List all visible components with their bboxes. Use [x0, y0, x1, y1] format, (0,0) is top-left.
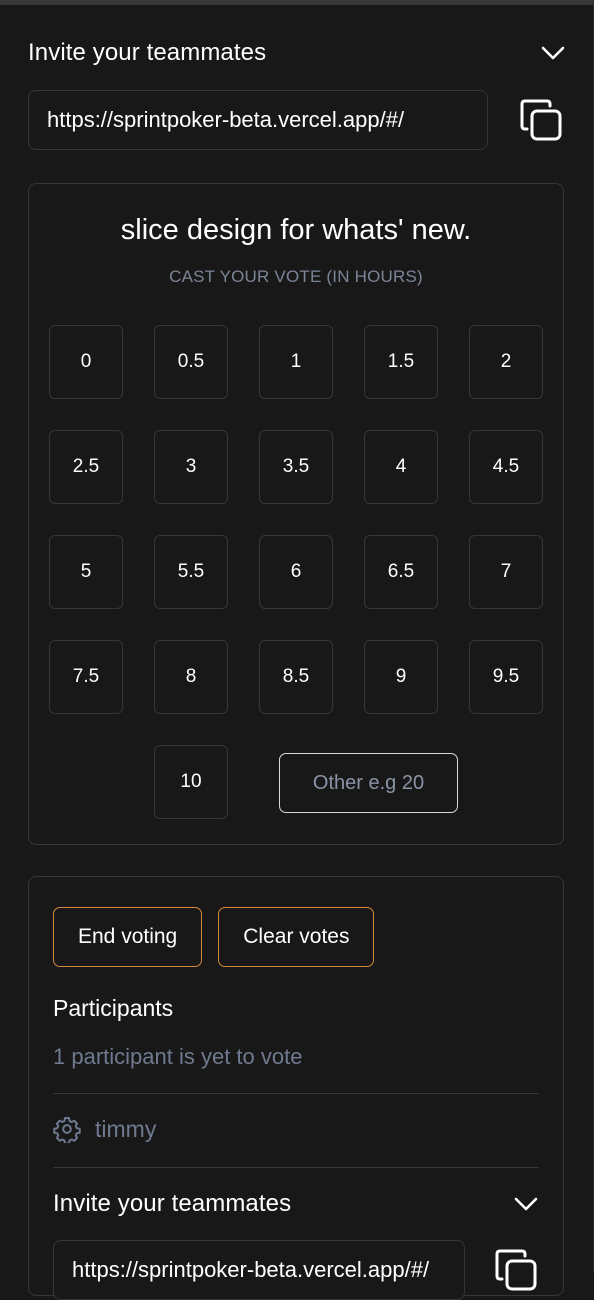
- vote-option-0[interactable]: 0: [49, 325, 123, 399]
- session-controls-card: End voting Clear votes Participants 1 pa…: [28, 876, 564, 1300]
- other-vote-input[interactable]: Other e.g 20: [279, 753, 458, 813]
- vote-option-0.5[interactable]: 0.5: [154, 325, 228, 399]
- invite-url-row: https://sprintpoker-beta.vercel.app/#/: [28, 90, 564, 150]
- vote-option-5.5[interactable]: 5.5: [154, 535, 228, 609]
- invite-url-field[interactable]: https://sprintpoker-beta.vercel.app/#/: [53, 1240, 465, 1300]
- vote-option-5[interactable]: 5: [49, 535, 123, 609]
- vote-option-10[interactable]: 10: [154, 745, 228, 819]
- vote-option-2.5[interactable]: 2.5: [49, 430, 123, 504]
- invite-url-text: https://sprintpoker-beta.vercel.app/#/: [47, 107, 405, 132]
- vote-option-7[interactable]: 7: [469, 535, 543, 609]
- invite-url-text: https://sprintpoker-beta.vercel.app/#/: [72, 1257, 430, 1282]
- invite-url-field[interactable]: https://sprintpoker-beta.vercel.app/#/: [28, 90, 488, 150]
- vote-option-6.5[interactable]: 6.5: [364, 535, 438, 609]
- copy-icon[interactable]: [493, 1247, 539, 1293]
- vote-option-7.5[interactable]: 7.5: [49, 640, 123, 714]
- vote-subtitle: CAST YOUR VOTE (IN HOURS): [169, 267, 423, 286]
- vote-option-1.5[interactable]: 1.5: [364, 325, 438, 399]
- window-top-edge: [0, 0, 594, 5]
- vote-option-2[interactable]: 2: [469, 325, 543, 399]
- invite-url-row-bottom: https://sprintpoker-beta.vercel.app/#/: [53, 1240, 539, 1300]
- voting-card: slice design for whats' new. CAST YOUR V…: [28, 183, 564, 845]
- end-voting-button[interactable]: End voting: [53, 907, 203, 967]
- vote-option-3[interactable]: 3: [154, 430, 228, 504]
- yet-to-vote-status: 1 participant is yet to vote: [53, 1044, 303, 1069]
- vote-option-8[interactable]: 8: [154, 640, 228, 714]
- vote-option-9[interactable]: 9: [364, 640, 438, 714]
- vote-option-4[interactable]: 4: [364, 430, 438, 504]
- voting-actions: End voting Clear votes: [53, 907, 375, 967]
- invite-header-bottom[interactable]: Invite your teammates: [53, 1187, 539, 1221]
- vote-option-4.5[interactable]: 4.5: [469, 430, 543, 504]
- participant-name: timmy: [95, 1115, 157, 1142]
- story-title: slice design for whats' new.: [120, 214, 472, 246]
- vote-option-9.5[interactable]: 9.5: [469, 640, 543, 714]
- vote-option-1[interactable]: 1: [259, 325, 333, 399]
- divider: [53, 1167, 539, 1168]
- divider: [53, 1093, 539, 1094]
- chevron-down-icon[interactable]: [540, 40, 566, 66]
- vote-option-6[interactable]: 6: [259, 535, 333, 609]
- participant-item: timmy: [53, 1115, 156, 1143]
- chevron-down-icon[interactable]: [513, 1191, 539, 1217]
- copy-icon[interactable]: [518, 97, 564, 143]
- invite-title: Invite your teammates: [28, 39, 267, 66]
- invite-title: Invite your teammates: [53, 1190, 292, 1217]
- gear-icon[interactable]: [53, 1115, 81, 1143]
- participants-heading: Participants: [53, 995, 174, 1021]
- vote-option-3.5[interactable]: 3.5: [259, 430, 333, 504]
- vote-option-8.5[interactable]: 8.5: [259, 640, 333, 714]
- invite-header[interactable]: Invite your teammates: [28, 36, 566, 70]
- clear-votes-button[interactable]: Clear votes: [218, 907, 375, 967]
